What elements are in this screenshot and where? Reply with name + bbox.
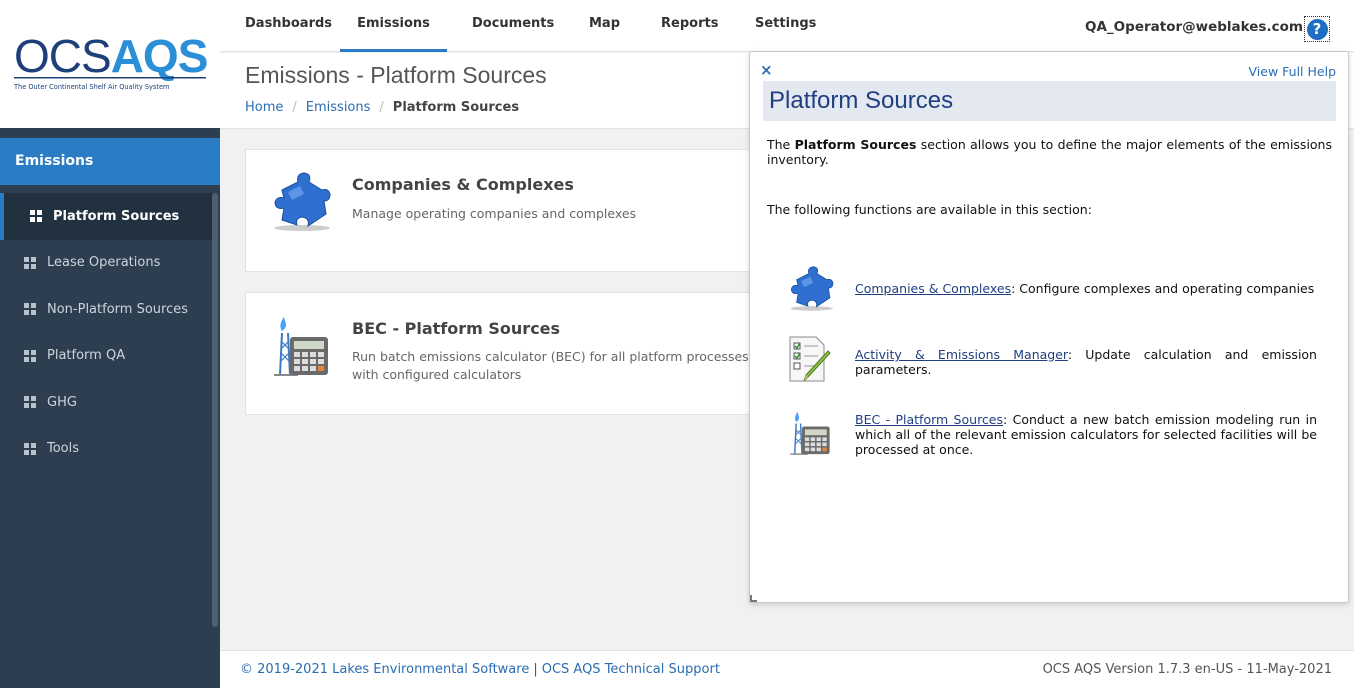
tab-dashboards[interactable]: Dashboards <box>245 0 332 52</box>
tab-documents[interactable]: Documents <box>472 0 554 52</box>
copyright-link[interactable]: © 2019-2021 Lakes Environmental Software <box>240 662 529 677</box>
grid-icon <box>24 396 36 409</box>
calculator-icon <box>790 411 830 455</box>
tab-emissions[interactable]: Emissions <box>340 0 447 52</box>
logo-tagline: The Outer Continental Shelf Air Quality … <box>14 83 170 91</box>
breadcrumb: Home / Emissions / Platform Sources <box>245 100 519 115</box>
footer-separator: | <box>533 662 538 677</box>
sidebar-item-lease-operations[interactable]: Lease Operations <box>0 240 212 287</box>
card-description: Manage operating companies and complexes <box>352 206 637 221</box>
help-functions-label: The following functions are available in… <box>767 202 1092 217</box>
help-panel: × View Full Help Platform Sources The Pl… <box>749 51 1349 603</box>
card-companies-complexes[interactable]: Companies & Complexes Manage operating c… <box>245 149 765 272</box>
puzzle-icon <box>790 266 834 311</box>
sidebar-nav: Platform Sources Lease Operations Non-Pl… <box>0 193 212 472</box>
logo-text-aqs: AQS <box>110 30 209 82</box>
logo-area: OCSAQS The Outer Continental Shelf Air Q… <box>0 0 220 128</box>
breadcrumb-separator: / <box>292 100 297 115</box>
sidebar-item-ghg[interactable]: GHG <box>0 379 212 426</box>
help-intro: The Platform Sources section allows you … <box>767 137 1332 167</box>
sidebar-item-label: Platform Sources <box>53 208 180 224</box>
bec-platform-sources-link[interactable]: BEC - Platform Sources <box>855 412 1003 427</box>
companies-complexes-link[interactable]: Companies & Complexes <box>855 281 1011 296</box>
technical-support-link[interactable]: OCS AQS Technical Support <box>542 662 720 677</box>
grid-icon <box>24 349 36 362</box>
sidebar-section-emissions[interactable]: Emissions <box>0 138 220 185</box>
grid-icon <box>24 303 36 316</box>
logo-text-ocs: OCS <box>14 30 112 82</box>
resize-handle[interactable] <box>750 595 757 602</box>
breadcrumb-separator: / <box>379 100 384 115</box>
card-title: Companies & Complexes <box>352 175 574 194</box>
card-description: Run batch emissions calculator (BEC) for… <box>352 349 749 382</box>
help-item-text: : Configure complexes and operating comp… <box>1011 281 1315 296</box>
sidebar-item-label: Lease Operations <box>47 255 161 271</box>
sidebar: OCSAQS The Outer Continental Shelf Air Q… <box>0 0 220 688</box>
sidebar-item-label: GHG <box>47 394 77 410</box>
help-button[interactable]: ? <box>1304 16 1330 42</box>
card-title: BEC - Platform Sources <box>352 319 561 338</box>
close-icon[interactable]: × <box>760 61 773 79</box>
grid-icon <box>24 442 36 455</box>
breadcrumb-emissions[interactable]: Emissions <box>306 100 371 115</box>
sidebar-item-label: Tools <box>47 441 80 457</box>
user-email: QA_Operator@weblakes.com <box>1085 19 1303 35</box>
footer: © 2019-2021 Lakes Environmental Software… <box>220 650 1354 688</box>
app-logo[interactable]: OCSAQS The Outer Continental Shelf Air Q… <box>14 33 208 91</box>
checklist-edit-icon <box>789 336 831 382</box>
card-bec-platform-sources[interactable]: BEC - Platform Sources Run batch emissio… <box>245 292 765 415</box>
sidebar-item-label: Non-Platform Sources <box>47 301 188 317</box>
puzzle-icon <box>274 172 331 231</box>
calculator-icon <box>274 317 328 376</box>
sidebar-item-non-platform-sources[interactable]: Non-Platform Sources <box>0 286 212 333</box>
tab-settings[interactable]: Settings <box>755 0 816 52</box>
version-text: OCS AQS Version 1.7.3 en-US - 11-May-202… <box>1042 662 1332 677</box>
activity-emissions-manager-link[interactable]: Activity & Emissions Manager <box>855 347 1068 362</box>
breadcrumb-home[interactable]: Home <box>245 100 283 115</box>
help-titlebar: Platform Sources <box>763 81 1336 121</box>
tab-reports[interactable]: Reports <box>661 0 718 52</box>
grid-icon <box>24 256 36 269</box>
sidebar-scrollbar[interactable] <box>212 193 218 627</box>
sidebar-item-platform-qa[interactable]: Platform QA <box>0 333 212 380</box>
sidebar-item-label: Platform QA <box>47 348 126 364</box>
sidebar-item-platform-sources[interactable]: Platform Sources <box>0 193 212 240</box>
sidebar-item-tools[interactable]: Tools <box>0 426 212 473</box>
help-icon: ? <box>1306 18 1328 40</box>
top-nav: Dashboards Emissions Documents Map Repor… <box>220 0 1354 52</box>
breadcrumb-current: Platform Sources <box>392 100 520 115</box>
page-title: Emissions - Platform Sources <box>245 62 547 88</box>
grid-icon <box>30 210 42 223</box>
view-full-help-link[interactable]: View Full Help <box>1249 64 1336 79</box>
help-title: Platform Sources <box>769 87 954 114</box>
user-menu[interactable]: QA_Operator@weblakes.com <box>1085 19 1319 35</box>
tab-map[interactable]: Map <box>589 0 620 52</box>
